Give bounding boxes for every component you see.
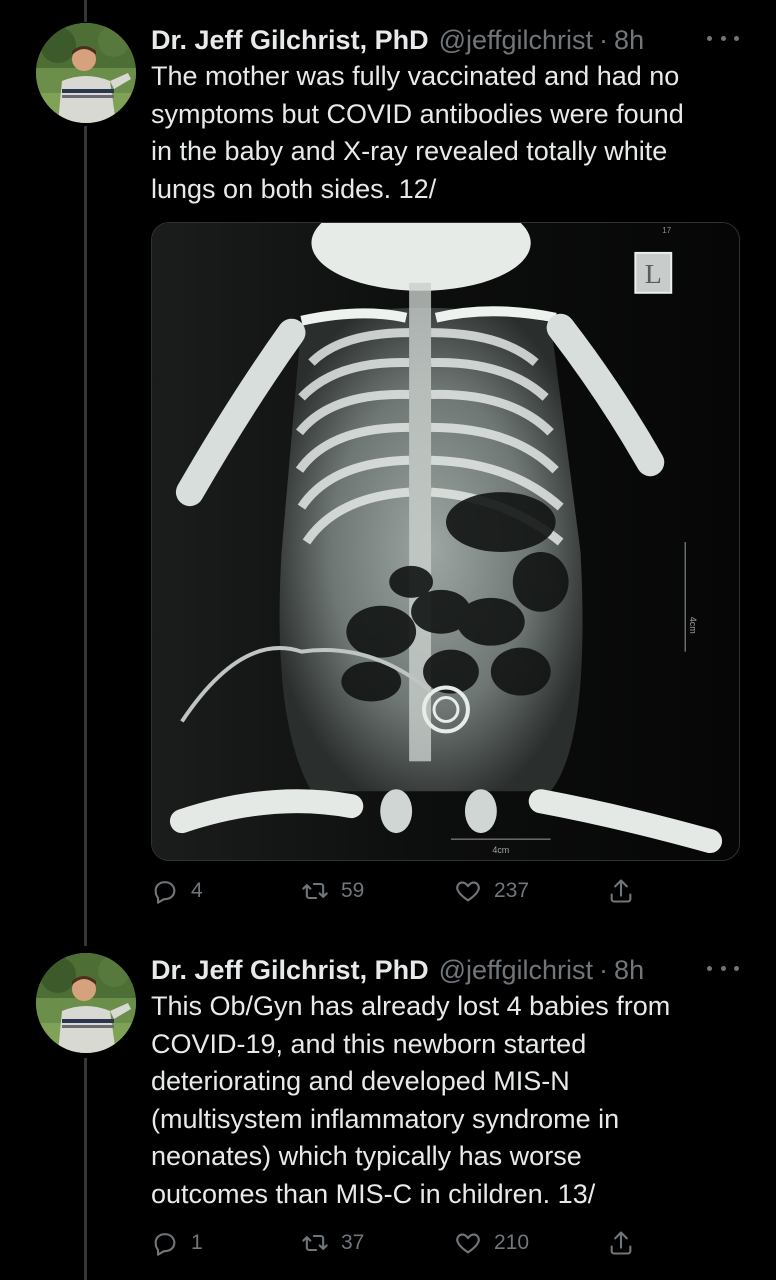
tweet-header: Dr. Jeff Gilchrist, PhD @jeffgilchrist ·… (151, 20, 644, 60)
more-icon[interactable] (707, 28, 739, 48)
avatar-photo (36, 23, 136, 123)
like-count: 210 (494, 1231, 530, 1254)
share-icon (610, 1231, 632, 1255)
retweet-icon (302, 1234, 328, 1252)
xray-top-label: 17 (662, 226, 671, 235)
tweet-text-line: outcomes than MIS-C in children. 13/ (151, 1178, 596, 1209)
reply-icon (154, 1233, 176, 1256)
author-name[interactable]: Dr. Jeff Gilchrist, PhD (151, 25, 429, 56)
timestamp[interactable]: 8h (614, 25, 644, 56)
retweet-count: 59 (341, 879, 365, 902)
like-button[interactable]: 210 (454, 1223, 529, 1263)
thread-line-bottom (84, 1058, 87, 1280)
reply-button[interactable]: 4 (151, 871, 203, 911)
like-button[interactable]: 237 (454, 871, 529, 911)
reply-count: 4 (191, 879, 203, 902)
reply-icon (154, 881, 176, 904)
retweet-button[interactable]: 59 (301, 871, 364, 911)
separator-dot: · (599, 954, 609, 985)
retweet-icon (302, 882, 328, 900)
thread-line-top (84, 0, 87, 22)
xray-image[interactable]: L 17 4cm 4cm (151, 222, 740, 861)
avatar-photo (36, 953, 136, 1053)
share-icon (610, 879, 632, 903)
retweet-count: 37 (341, 1231, 365, 1254)
tweet-text-line: deteriorating and developed MIS-N (151, 1066, 570, 1096)
tweet-header: Dr. Jeff Gilchrist, PhD @jeffgilchrist ·… (151, 950, 644, 990)
tweet-text: This Ob/Gyn has already lost 4 babies fr… (151, 988, 751, 1213)
tweet-text-line: This Ob/Gyn has already lost 4 babies fr… (151, 991, 671, 1021)
share-button[interactable] (607, 871, 635, 911)
tweet-actions: 4 59 237 (151, 871, 641, 911)
avatar[interactable] (36, 953, 136, 1053)
tweet-text-line: (multisystem inflammatory syndrome in (151, 1103, 620, 1134)
thread-line-middle (84, 126, 87, 946)
timestamp[interactable]: 8h (614, 955, 644, 986)
tweet-text: The mother was fully vaccinated and had … (151, 58, 751, 208)
heart-icon (456, 881, 480, 902)
tweet-text-line: neonates) which typically has worse (151, 1141, 582, 1171)
reply-count: 1 (191, 1231, 203, 1254)
xray-side-marker: L (645, 259, 662, 290)
separator-dot: · (599, 24, 609, 55)
tweet-text-line: lungs on both sides. 12/ (151, 173, 437, 204)
more-icon[interactable] (707, 958, 739, 978)
share-button[interactable] (607, 1223, 635, 1263)
tweet-actions: 1 37 210 (151, 1223, 641, 1263)
author-handle[interactable]: @jeffgilchrist (439, 955, 593, 986)
tweet-text-line: symptoms but COVID antibodies were found (151, 98, 684, 129)
reply-button[interactable]: 1 (151, 1223, 203, 1263)
author-handle[interactable]: @jeffgilchrist (439, 25, 593, 56)
like-count: 237 (494, 879, 530, 902)
avatar[interactable] (36, 23, 136, 123)
tweet-text-line: The mother was fully vaccinated and had … (151, 61, 680, 91)
tweet-text-line: COVID-19, and this newborn started (151, 1028, 587, 1059)
tweet-text-line: in the baby and X-ray revealed totally w… (151, 136, 668, 166)
retweet-button[interactable]: 37 (301, 1223, 364, 1263)
author-name[interactable]: Dr. Jeff Gilchrist, PhD (151, 955, 429, 986)
xray-scale-label-right: 4cm (688, 617, 698, 634)
heart-icon (456, 1233, 480, 1254)
xray-scale-label-bottom: 4cm (492, 845, 509, 855)
